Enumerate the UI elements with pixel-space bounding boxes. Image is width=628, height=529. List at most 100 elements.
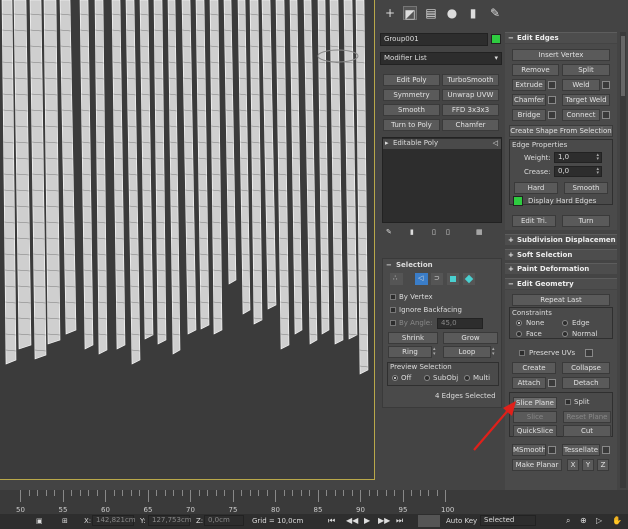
- pin-stack-icon[interactable]: ✎: [386, 228, 392, 237]
- edit-tri-button[interactable]: Edit Tri.: [512, 215, 556, 227]
- by-vertex-checkbox[interactable]: [390, 294, 396, 300]
- zoom-all-icon[interactable]: ⊕: [580, 516, 587, 525]
- zoom-icon[interactable]: ⌕: [566, 516, 570, 525]
- by-angle-spinner[interactable]: 45,0: [437, 318, 483, 329]
- z-coord-field[interactable]: 0,0cm: [204, 515, 244, 526]
- go-to-end-icon[interactable]: ⏭: [396, 516, 403, 525]
- collapse-button[interactable]: Collapse: [562, 362, 610, 374]
- make-planar-button[interactable]: Make Planar: [512, 459, 562, 471]
- loop-button[interactable]: Loop: [443, 346, 491, 358]
- ring-button[interactable]: Ring: [388, 346, 432, 358]
- auto-key-label[interactable]: Auto Key: [446, 517, 477, 526]
- msmooth-settings-icon[interactable]: [548, 446, 556, 454]
- preview-subobj-radio[interactable]: [424, 375, 430, 381]
- cut-button[interactable]: Cut: [563, 425, 611, 437]
- tessellate-button[interactable]: Tessellate: [562, 444, 600, 456]
- edge-mode-icon[interactable]: ◁: [415, 273, 428, 285]
- pan-icon[interactable]: ✋: [612, 516, 622, 525]
- play-icon[interactable]: ▶: [364, 516, 370, 525]
- ignore-backfacing-checkbox[interactable]: [390, 307, 396, 313]
- connect-settings-icon[interactable]: [602, 111, 610, 119]
- y-coord-field[interactable]: 127,753cm: [148, 515, 192, 526]
- selection-rollout-title[interactable]: Selection: [396, 261, 433, 270]
- make-unique-icon[interactable]: ▯: [432, 228, 436, 237]
- tessellate-settings-icon[interactable]: [602, 446, 610, 454]
- ring-spinner-icon[interactable]: ▴ ▾: [433, 347, 438, 357]
- crease-spinner[interactable]: 0,0 ▴ ▾: [554, 166, 602, 177]
- modifier-turbosmooth-button[interactable]: TurboSmooth: [442, 74, 499, 86]
- loop-spinner-icon[interactable]: ▴ ▾: [492, 347, 497, 357]
- panel-scrollbar-thumb[interactable]: [621, 36, 625, 96]
- attach-button[interactable]: Attach: [512, 377, 546, 389]
- motion-tab-icon[interactable]: ●: [445, 6, 459, 20]
- by-angle-checkbox[interactable]: [390, 320, 396, 326]
- weld-settings-icon[interactable]: [602, 81, 610, 89]
- utilities-tab-icon[interactable]: ✎: [488, 6, 502, 20]
- lock-selection-icon[interactable]: ▣: [36, 517, 43, 526]
- field-of-view-icon[interactable]: ▷: [596, 516, 602, 525]
- vertex-mode-icon[interactable]: ∴: [390, 273, 403, 285]
- soft-selection-rollout[interactable]: + Soft Selection: [505, 249, 617, 260]
- modifier-ffd-button[interactable]: FFD 3x3x3: [442, 104, 499, 116]
- selection-rollout-sign[interactable]: −: [386, 261, 392, 270]
- hard-button[interactable]: Hard: [514, 182, 558, 194]
- modifier-chamfer-button[interactable]: Chamfer: [442, 119, 499, 131]
- preserve-uvs-settings-icon[interactable]: [585, 349, 593, 357]
- bridge-button[interactable]: Bridge: [512, 109, 546, 121]
- bridge-settings-icon[interactable]: [548, 111, 556, 119]
- preserve-uvs-checkbox[interactable]: [519, 350, 525, 356]
- modifier-turn-to-poly-button[interactable]: Turn to Poly: [383, 119, 440, 131]
- panel-scrollbar[interactable]: [620, 32, 626, 488]
- turn-button[interactable]: Turn: [562, 215, 610, 227]
- insert-vertex-button[interactable]: Insert Vertex: [512, 49, 610, 61]
- create-tab-icon[interactable]: +: [383, 6, 397, 20]
- timeline-track[interactable]: 50 55 60 65 70 75 80 85 90 95 100: [0, 490, 628, 514]
- x-coord-field[interactable]: 142,821cm: [92, 515, 136, 526]
- subdivision-displacement-rollout[interactable]: + Subdivision Displacemen: [505, 234, 617, 245]
- create-shape-button[interactable]: Create Shape From Selection: [509, 125, 613, 137]
- selected-dropdown[interactable]: Selected: [480, 515, 536, 526]
- border-mode-icon[interactable]: ⊃: [431, 273, 443, 285]
- absolute-mode-icon[interactable]: ⊞: [62, 517, 68, 526]
- attach-list-icon[interactable]: [548, 379, 556, 387]
- detach-button[interactable]: Detach: [562, 377, 610, 389]
- show-end-result-icon[interactable]: ▮: [410, 228, 414, 237]
- edit-geometry-rollout-header[interactable]: − Edit Geometry: [505, 278, 617, 289]
- preview-multi-radio[interactable]: [464, 375, 470, 381]
- hierarchy-tab-icon[interactable]: ▤: [424, 6, 438, 20]
- display-tab-icon[interactable]: ▮: [466, 6, 480, 20]
- modifier-list-dropdown[interactable]: Modifier List ▾: [380, 52, 502, 65]
- connect-button[interactable]: Connect: [562, 109, 600, 121]
- modifier-symmetry-button[interactable]: Symmetry: [383, 89, 440, 101]
- next-frame-icon[interactable]: ▶▶: [378, 516, 390, 525]
- weld-button[interactable]: Weld: [562, 79, 600, 91]
- split-edge-button[interactable]: Split: [562, 64, 610, 76]
- set-key-button[interactable]: [418, 515, 440, 527]
- preview-off-radio[interactable]: [392, 375, 398, 381]
- modify-tab-icon[interactable]: ◩: [403, 6, 417, 21]
- paint-deformation-rollout[interactable]: + Paint Deformation: [505, 263, 617, 274]
- element-mode-icon[interactable]: [463, 273, 475, 285]
- shrink-button[interactable]: Shrink: [388, 332, 438, 344]
- stack-expand-icon[interactable]: ▸: [385, 139, 389, 148]
- planar-z-button[interactable]: Z: [597, 459, 609, 471]
- hard-edge-color-swatch[interactable]: [513, 196, 523, 206]
- constraint-none-radio[interactable]: [516, 320, 522, 326]
- perspective-viewport[interactable]: [0, 0, 375, 480]
- polygon-mode-icon[interactable]: [447, 273, 459, 285]
- go-to-start-icon[interactable]: ⏮: [328, 516, 335, 525]
- constraint-edge-radio[interactable]: [562, 320, 568, 326]
- modifier-edit-poly-button[interactable]: Edit Poly: [383, 74, 440, 86]
- remove-modifier-icon[interactable]: ▯: [446, 228, 450, 237]
- constraint-face-radio[interactable]: [516, 331, 522, 337]
- object-color-swatch[interactable]: [491, 34, 501, 44]
- reset-plane-button[interactable]: Reset Plane: [563, 411, 611, 423]
- modifier-stack-list[interactable]: ▸ Editable Poly ◁: [382, 137, 502, 223]
- split-checkbox[interactable]: [565, 399, 571, 405]
- extrude-button[interactable]: Extrude: [512, 79, 546, 91]
- edit-edges-rollout-header[interactable]: − Edit Edges: [505, 32, 617, 43]
- planar-x-button[interactable]: X: [567, 459, 579, 471]
- stack-item-editable-poly[interactable]: ▸ Editable Poly ◁: [383, 139, 501, 149]
- remove-button[interactable]: Remove: [512, 64, 559, 76]
- weight-spinner[interactable]: 1,0 ▴ ▾: [554, 152, 602, 163]
